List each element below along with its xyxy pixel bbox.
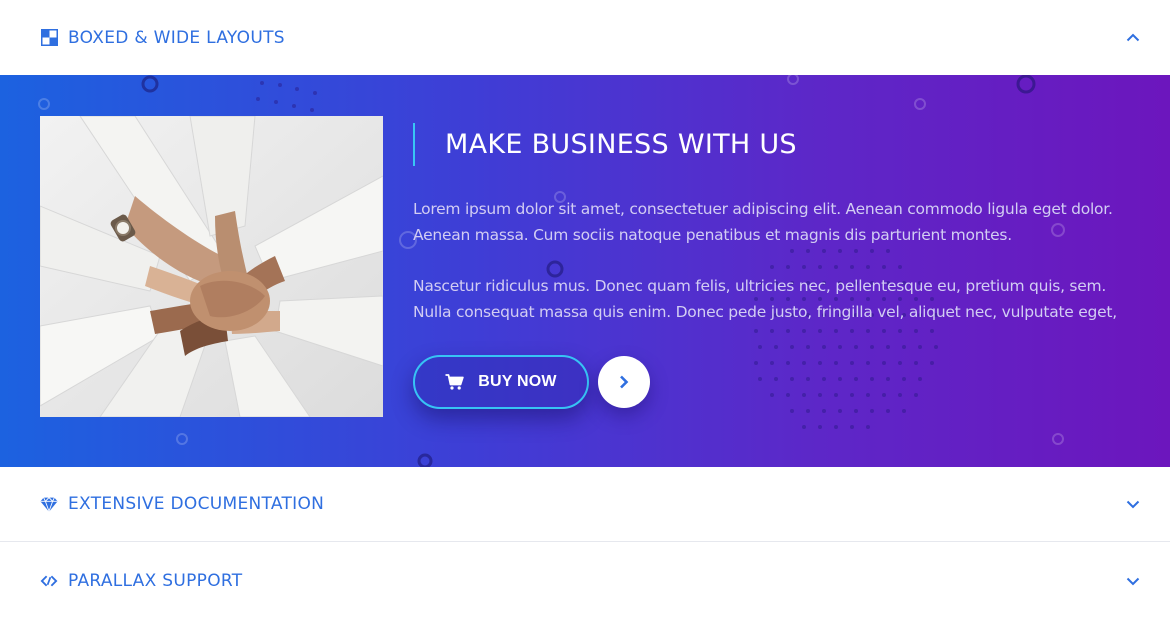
layout-squares-icon <box>40 29 58 47</box>
chevron-right-icon <box>619 375 629 389</box>
chevron-down-icon[interactable] <box>1126 497 1140 511</box>
accordion-title: PARALLAX SUPPORT <box>68 571 243 591</box>
team-hands-photo <box>40 116 383 417</box>
accordion-header-boxed-wide-layouts[interactable]: BOXED & WIDE LAYOUTS <box>0 0 1170 75</box>
accordion: BOXED & WIDE LAYOUTS MAKE BUSINESS WITH … <box>0 0 1170 619</box>
diamond-icon <box>40 495 58 513</box>
chevron-up-icon[interactable] <box>1126 31 1140 45</box>
chevron-down-icon[interactable] <box>1126 574 1140 588</box>
accordion-title: BOXED & WIDE LAYOUTS <box>68 27 285 48</box>
buy-now-button[interactable]: BUY NOW <box>413 355 589 409</box>
panel-heading: MAKE BUSINESS WITH US <box>413 123 1133 166</box>
panel-actions: BUY NOW <box>413 355 650 409</box>
accordion-title: EXTENSIVE DOCUMENTATION <box>68 494 325 514</box>
accordion-panel: MAKE BUSINESS WITH US Lorem ipsum dolor … <box>0 75 1170 467</box>
accordion-header-extensive-documentation[interactable]: EXTENSIVE DOCUMENTATION <box>0 467 1170 542</box>
buy-now-label: BUY NOW <box>478 373 557 390</box>
panel-paragraph-2: Nascetur ridiculus mus. Donec quam felis… <box>413 277 1117 321</box>
cart-icon <box>445 374 464 390</box>
parallax-arrows-icon <box>40 572 58 590</box>
accordion-header-parallax-support[interactable]: PARALLAX SUPPORT <box>0 543 1170 619</box>
panel-paragraph-1: Lorem ipsum dolor sit amet, consectetuer… <box>413 200 1113 244</box>
next-button[interactable] <box>598 356 650 408</box>
panel-content: MAKE BUSINESS WITH US Lorem ipsum dolor … <box>413 123 1133 325</box>
